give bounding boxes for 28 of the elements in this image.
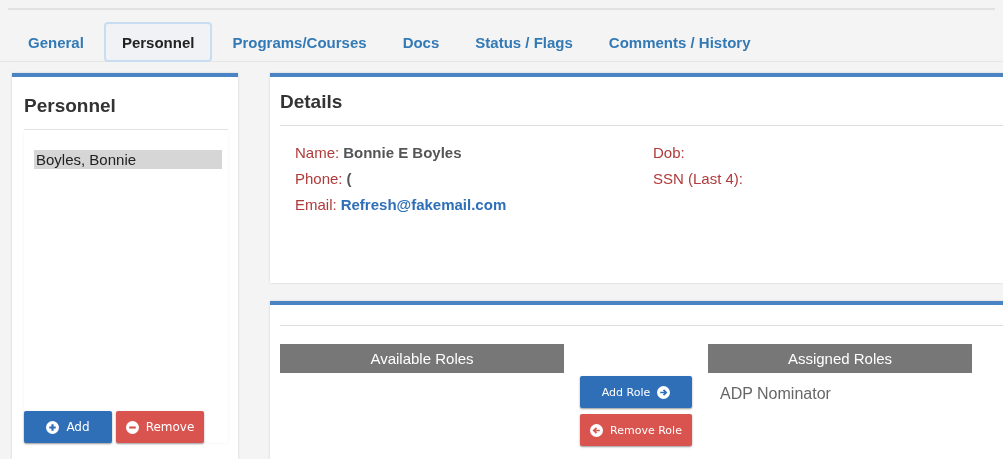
plus-circle-icon	[46, 420, 60, 434]
field-label: Name:	[295, 144, 340, 161]
field-value: Bonnie E Boyles	[343, 144, 462, 161]
minus-circle-icon	[125, 420, 139, 434]
column-header: Available Roles	[280, 344, 564, 373]
remove-button[interactable]: Remove	[116, 411, 204, 443]
tab[interactable]: Programs/Courses	[216, 22, 383, 62]
personnel-item[interactable]: Boyles, Bonnie	[34, 150, 222, 169]
panel-title: Details	[280, 85, 1003, 126]
add-button[interactable]: Add	[24, 411, 112, 443]
tab[interactable]: Docs	[386, 22, 456, 62]
column-header: Assigned Roles	[708, 344, 972, 373]
tab[interactable]: Comments / History	[592, 22, 767, 62]
remove-role-button[interactable]: Remove Role	[580, 414, 692, 446]
tab[interactable]: Personnel	[103, 22, 213, 62]
field-label: Dob:	[653, 144, 685, 161]
add-role-button[interactable]: Add Role	[580, 376, 692, 408]
arrow-left-circle-icon	[590, 423, 604, 437]
email-link[interactable]: Refresh@fakemail.com	[340, 196, 507, 213]
arrow-right-circle-icon	[657, 385, 671, 399]
panel-title: Personnel	[24, 89, 228, 130]
tab[interactable]: Status / Flags	[459, 22, 589, 62]
field-value: (	[346, 170, 352, 187]
role-item[interactable]: ADP Nominator	[708, 373, 972, 415]
tab[interactable]: General	[12, 22, 100, 62]
field-label: Email:	[295, 196, 337, 213]
field-label: SSN (Last 4):	[653, 170, 744, 187]
field-label: Phone:	[295, 170, 343, 187]
